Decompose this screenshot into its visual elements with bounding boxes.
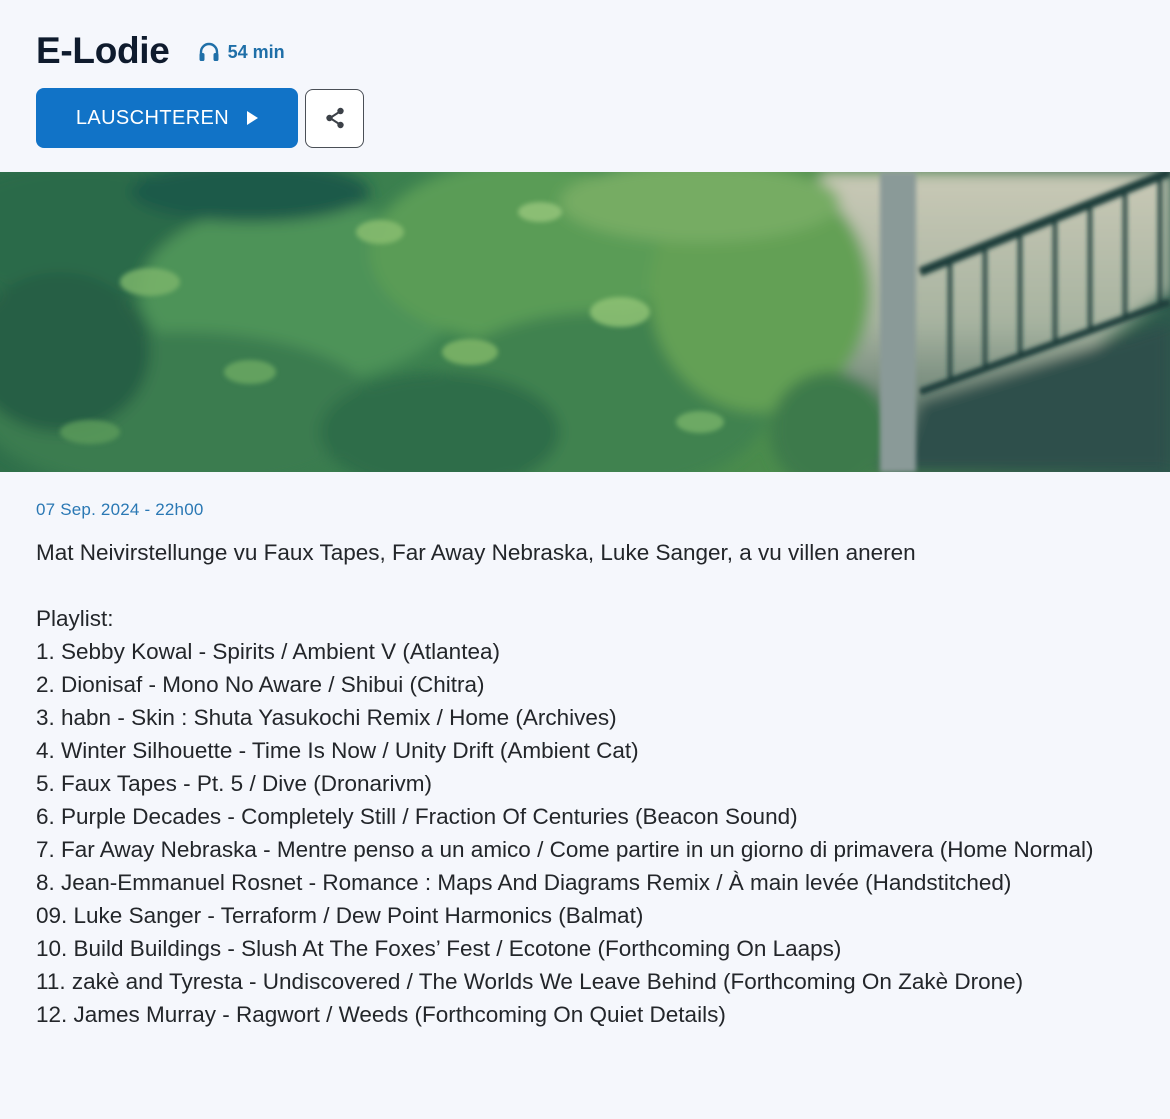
show-header: E-Lodie 54 min LAUSCHTEREN [0,0,1170,172]
playlist-track: 8. Jean-Emmanuel Rosnet - Romance : Maps… [36,870,1012,895]
playlist-label: Playlist: [36,606,114,631]
playlist-track: 6. Purple Decades - Completely Still / F… [36,804,798,829]
listen-button[interactable]: LAUSCHTEREN [36,88,298,148]
share-icon [325,107,344,129]
playlist-track: 7. Far Away Nebraska - Mentre penso a un… [36,837,1094,862]
playlist-track: 1. Sebby Kowal - Spirits / Ambient V (At… [36,639,500,664]
title-row: E-Lodie 54 min [36,28,285,74]
play-icon [247,111,259,125]
playlist-track: 2. Dionisaf - Mono No Aware / Shibui (Ch… [36,672,485,697]
playlist-track: 11. zakè and Tyresta - Undiscovered / Th… [36,969,1024,994]
show-title: E-Lodie [36,30,170,71]
playlist: 1. Sebby Kowal - Spirits / Ambient V (At… [36,635,1146,1031]
show-description: Mat Neivirstellunge vu Faux Tapes, Far A… [36,540,916,565]
playlist-track: 3. habn - Skin : Shuta Yasukochi Remix /… [36,705,617,730]
share-button[interactable] [305,88,364,148]
playlist-track: 4. Winter Silhouette - Time Is Now / Uni… [36,738,639,763]
show-details: 07 Sep. 2024 - 22h00 Mat Neivirstellunge… [36,497,1146,1031]
playlist-track: 10. Build Buildings - Slush At The Foxes… [36,936,842,961]
broadcast-date: 07 Sep. 2024 - 22h00 [36,500,204,519]
playlist-track: 5. Faux Tapes - Pt. 5 / Dive (Dronarivm) [36,771,432,796]
playlist-track: 12. James Murray - Ragwort / Weeds (Fort… [36,1002,726,1027]
duration-text: 54 min [227,41,285,62]
headphones-icon [199,42,219,61]
listen-button-label: LAUSCHTEREN [75,106,230,129]
duration-badge: 54 min [198,42,285,63]
playlist-track: 09. Luke Sanger - Terraform / Dew Point … [36,903,644,928]
action-row: LAUSCHTEREN [36,88,364,148]
cover-image [0,172,1170,472]
